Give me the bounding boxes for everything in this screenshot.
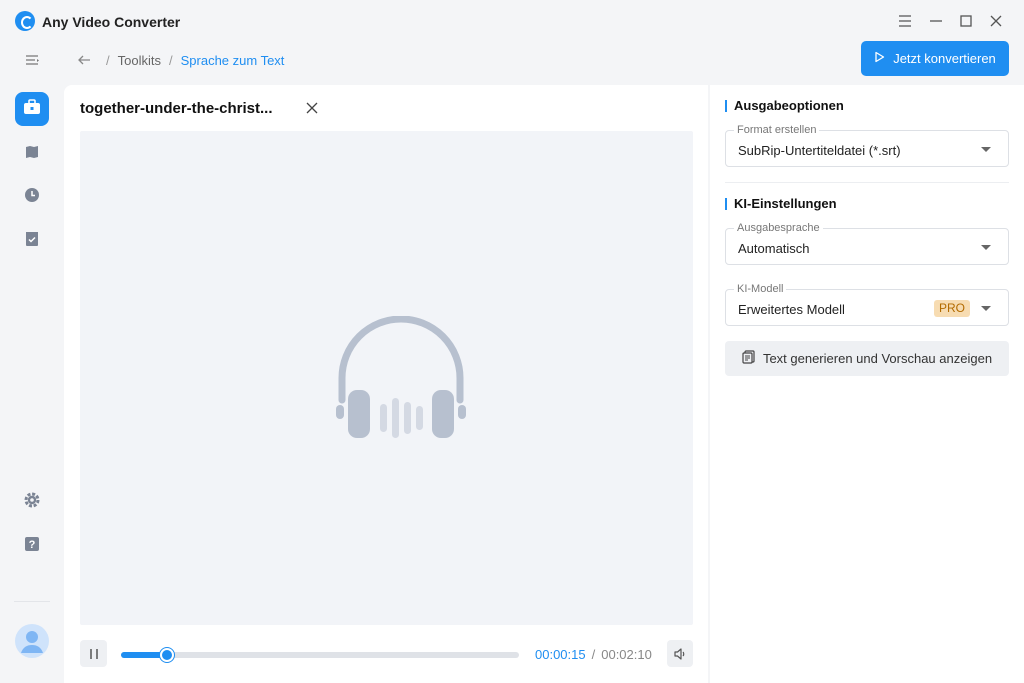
section-divider (725, 182, 1009, 183)
breadcrumb-separator: / (106, 52, 110, 68)
ai-model-select[interactable]: KI-Modell Erweitertes Modell PRO (725, 283, 1009, 326)
breadcrumb: / Toolkits / Sprache zum Text (76, 50, 284, 70)
sidebar-item-toolkits[interactable] (15, 92, 49, 126)
toolbox-icon (23, 98, 41, 120)
convert-now-label: Jetzt konvertieren (893, 51, 996, 66)
close-window-icon[interactable] (987, 12, 1005, 30)
help-icon: ? (24, 536, 40, 557)
time-readout: 00:00:15/00:02:10 (535, 647, 652, 662)
breadcrumb-toolkits[interactable]: Toolkits (118, 53, 161, 68)
chevron-down-icon (981, 147, 991, 152)
total-time: 00:02:10 (601, 647, 652, 662)
settings-panel: Ausgabeoptionen Format erstellen SubRip-… (710, 85, 1024, 683)
ai-settings-title: KI-Einstellungen (725, 196, 837, 211)
pro-badge: PRO (933, 300, 970, 317)
sidebar-item-settings[interactable] (15, 485, 49, 519)
current-time: 00:00:15 (535, 647, 586, 662)
menu-icon[interactable] (896, 12, 914, 30)
document-icon (742, 350, 755, 367)
output-language-label: Ausgabesprache (734, 222, 823, 234)
remove-file-icon[interactable] (305, 101, 319, 115)
generate-text-button[interactable]: Text generieren und Vorschau anzeigen (725, 341, 1009, 376)
progress-track[interactable] (121, 648, 519, 662)
library-icon (24, 144, 40, 165)
output-language-select[interactable]: Ausgabesprache Automatisch (725, 222, 1009, 265)
collapse-sidebar-icon[interactable] (24, 52, 40, 68)
clock-icon (24, 187, 40, 208)
chevron-down-icon (981, 245, 991, 250)
app-title: Any Video Converter (42, 14, 181, 30)
generate-text-label: Text generieren und Vorschau anzeigen (762, 351, 993, 366)
audio-preview-area (80, 131, 693, 625)
output-options-title: Ausgabeoptionen (725, 98, 844, 113)
speaker-icon (674, 647, 685, 660)
sidebar-item-help[interactable]: ? (15, 529, 49, 563)
media-panel: together-under-the-christ... 00:00:15/00… (64, 85, 708, 683)
ai-model-value: Erweitertes Modell (738, 302, 845, 317)
svg-text:?: ? (29, 539, 36, 551)
sidebar-item-tasks[interactable] (15, 224, 49, 258)
pause-icon (89, 648, 98, 659)
headphones-icon (336, 316, 466, 438)
sidebar-item-history[interactable] (15, 180, 49, 214)
pause-button[interactable] (80, 640, 107, 667)
convert-now-button[interactable]: Jetzt konvertieren (861, 41, 1009, 76)
file-name: together-under-the-christ... (80, 100, 273, 117)
volume-button[interactable] (667, 640, 693, 667)
chevron-down-icon (981, 306, 991, 311)
progress-thumb[interactable] (159, 648, 174, 662)
sidebar-item-library[interactable] (15, 137, 49, 171)
user-icon (21, 631, 43, 653)
breadcrumb-current: Sprache zum Text (180, 52, 285, 68)
play-outline-icon (874, 51, 885, 66)
app-logo-icon (15, 11, 35, 31)
user-avatar[interactable] (15, 624, 49, 658)
tasks-icon (24, 231, 40, 252)
minimize-icon[interactable] (927, 12, 945, 30)
title-bar: Any Video Converter (0, 0, 1024, 42)
gear-icon (23, 491, 41, 514)
format-select[interactable]: Format erstellen SubRip-Untertiteldatei … (725, 124, 1009, 167)
breadcrumb-separator: / (168, 52, 173, 68)
maximize-icon[interactable] (957, 12, 975, 30)
format-value: SubRip-Untertiteldatei (*.srt) (738, 143, 901, 158)
output-language-value: Automatisch (738, 241, 810, 256)
sidebar-divider (14, 601, 50, 602)
audio-player: 00:00:15/00:02:10 (80, 640, 693, 668)
back-arrow-icon[interactable] (76, 52, 92, 68)
format-label: Format erstellen (734, 124, 820, 136)
ai-model-label: KI-Modell (734, 283, 787, 295)
